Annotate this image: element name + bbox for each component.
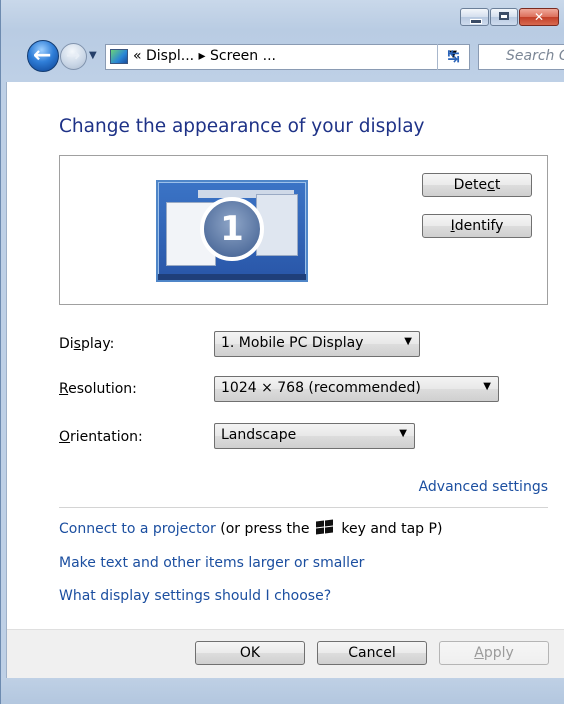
refresh-button[interactable]: ↹ — [437, 44, 469, 70]
identify-button[interactable]: Identify — [422, 214, 532, 238]
display-select-value: 1. Mobile PC Display — [221, 335, 364, 351]
chevron-down-icon: ▼ — [483, 381, 491, 392]
display-label-part: Di — [59, 336, 74, 352]
text-size-link[interactable]: Make text and other items larger or smal… — [59, 555, 364, 571]
preview-taskbar — [158, 274, 306, 280]
projector-row: Connect to a projector (or press the key… — [59, 519, 443, 537]
search-input[interactable]: Search C — [478, 44, 564, 70]
display-select[interactable]: 1. Mobile PC Display ▼ — [214, 331, 420, 357]
which-settings-link[interactable]: What display settings should I choose? — [59, 588, 331, 604]
connect-projector-link[interactable]: Connect to a projector — [59, 521, 216, 537]
detect-label-part: t — [494, 177, 501, 193]
display-label-part: play: — [80, 336, 115, 352]
refresh-icon: ↹ — [447, 47, 460, 65]
display-accesskey: s — [73, 336, 81, 352]
display-preview-area: 1 Detect Identify — [59, 155, 548, 305]
apply-accesskey: A — [474, 645, 484, 661]
title-bar: ✕ — [1, 0, 564, 40]
window-bottom-border — [1, 678, 564, 704]
back-button[interactable]: ← — [27, 40, 59, 72]
identify-label-part: dentify — [454, 218, 504, 234]
resolution-label-part: esolution: — [68, 381, 137, 397]
resolution-label: Resolution: — [59, 381, 137, 397]
windows-logo-key-icon — [315, 519, 335, 535]
recent-pages-dropdown-icon[interactable]: ▼ — [89, 50, 97, 61]
orientation-select-value: Landscape — [221, 427, 297, 443]
back-arrow-icon: ← — [33, 43, 52, 68]
divider — [59, 507, 548, 508]
resolution-accesskey: R — [59, 381, 69, 397]
projector-hint: key and tap P) — [336, 521, 443, 537]
display-label: Display: — [59, 336, 114, 352]
monitor-icon[interactable]: 1 — [156, 180, 308, 282]
close-button[interactable]: ✕ — [519, 8, 559, 26]
chevron-down-icon: ▼ — [404, 336, 412, 347]
advanced-settings-link[interactable]: Advanced settings — [419, 479, 548, 495]
window-frame: ✕ ← → ▼ « Displ... ▸ Screen ... ▼ ↹ Sear… — [0, 0, 564, 704]
content-panel: Change the appearance of your display 1 … — [6, 82, 564, 679]
breadcrumb[interactable]: « Displ... ▸ Screen ... — [133, 48, 276, 64]
cancel-button[interactable]: Cancel — [317, 641, 427, 665]
ok-button[interactable]: OK — [195, 641, 305, 665]
maximize-icon — [499, 12, 509, 20]
close-icon: ✕ — [533, 10, 545, 24]
monitor-number-badge: 1 — [200, 197, 264, 261]
apply-label-part: pply — [483, 645, 514, 661]
orientation-select[interactable]: Landscape ▼ — [214, 423, 415, 449]
orientation-label-part: rientation: — [70, 429, 143, 445]
minimize-icon — [470, 19, 482, 24]
chevron-down-icon: ▼ — [399, 428, 407, 439]
resolution-select[interactable]: 1024 × 768 (recommended) ▼ — [214, 376, 499, 402]
apply-button[interactable]: Apply — [439, 641, 549, 665]
projector-hint: (or press the — [215, 521, 314, 537]
address-bar[interactable]: « Displ... ▸ Screen ... ▼ — [105, 44, 470, 70]
page-title: Change the appearance of your display — [59, 116, 425, 137]
forward-arrow-icon: → — [66, 46, 81, 66]
maximize-button[interactable] — [490, 8, 518, 26]
display-control-panel-icon — [110, 49, 128, 64]
forward-button[interactable]: → — [60, 43, 87, 70]
resolution-select-value: 1024 × 768 (recommended) — [221, 380, 421, 396]
orientation-accesskey: O — [59, 429, 71, 445]
button-bar: OK Cancel Apply — [7, 629, 564, 679]
detect-button[interactable]: Detect — [422, 173, 532, 197]
minimize-button[interactable] — [460, 8, 489, 26]
monitor-number: 1 — [220, 209, 244, 249]
detect-label-part: Dete — [453, 177, 488, 193]
orientation-label: Orientation: — [59, 429, 143, 445]
detect-accesskey: c — [487, 177, 495, 193]
